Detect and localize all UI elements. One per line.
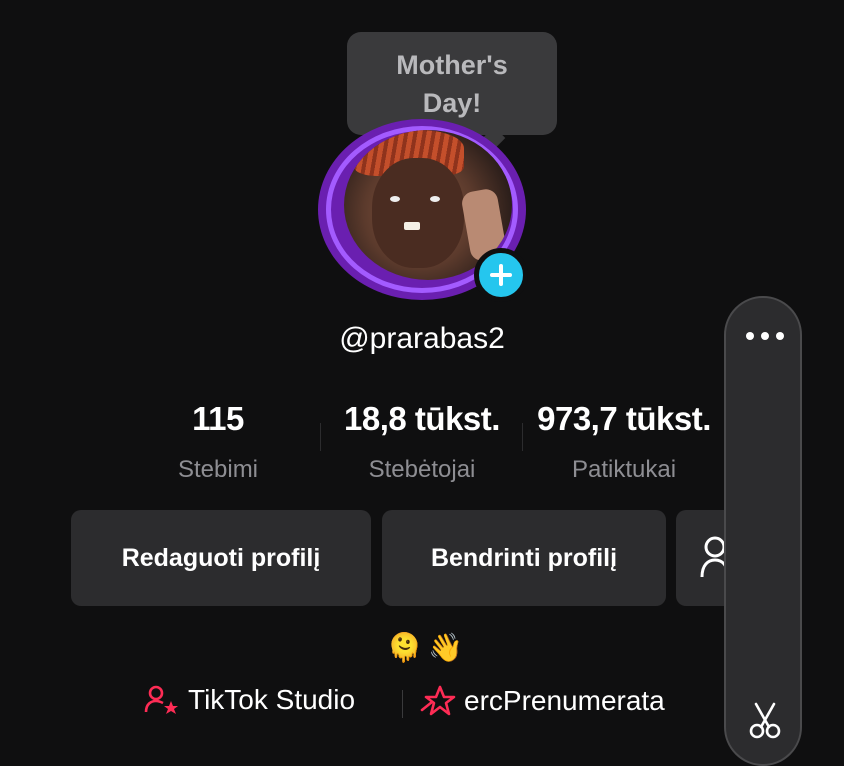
- floating-side-panel[interactable]: [724, 296, 802, 766]
- avatar-eye-left: [390, 196, 400, 202]
- stat-likes-value: 973,7 tūkst.: [537, 400, 711, 437]
- stat-divider: [522, 423, 523, 451]
- profile-links: TikTok Studio ercPrenumerata: [0, 684, 844, 724]
- stat-followers-label: Stebėtojai: [368, 456, 476, 483]
- mothers-day-tooltip[interactable]: Mother's Day!: [347, 32, 557, 135]
- avatar-teeth: [404, 222, 420, 230]
- bio-emoji: 🫠: [387, 631, 422, 663]
- stat-following[interactable]: 115 Stebimi: [118, 400, 318, 484]
- links-divider: [402, 690, 403, 718]
- subscription-label: ercPrenumerata: [464, 685, 665, 716]
- tiktok-studio-label: TikTok Studio: [188, 684, 356, 715]
- share-profile-button[interactable]: Bendrinti profilį: [382, 510, 666, 606]
- creator-star-icon: [144, 685, 178, 714]
- tooltip-line-1: Mother's: [396, 49, 508, 80]
- edit-profile-label: Redaguoti profilį: [121, 543, 321, 572]
- stat-divider: [320, 423, 321, 451]
- bio-emojis: 🫠 👋: [385, 627, 465, 667]
- scissors-icon[interactable]: [748, 700, 782, 740]
- edit-profile-button[interactable]: Redaguoti profilį: [71, 510, 371, 606]
- stat-followers[interactable]: 18,8 tūkst. Stebėtojai: [322, 400, 522, 484]
- username: @prarabas2: [339, 322, 505, 355]
- more-dots-icon[interactable]: [746, 332, 784, 340]
- stat-likes[interactable]: 973,7 tūkst. Patiktukai: [524, 400, 724, 484]
- stat-following-value: 115: [192, 400, 244, 437]
- stat-likes-label: Patiktukai: [571, 456, 677, 483]
- add-story-button[interactable]: [474, 248, 528, 302]
- subscription-link[interactable]: ercPrenumerata: [420, 684, 665, 718]
- bio-emoji: 👋: [428, 631, 463, 663]
- stat-following-label: Stebimi: [177, 456, 259, 483]
- tooltip-line-2: Day!: [422, 87, 482, 118]
- share-profile-label: Bendrinti profilį: [430, 543, 618, 572]
- tiktok-studio-link[interactable]: TikTok Studio: [144, 684, 355, 716]
- plus-icon: [490, 264, 512, 286]
- avatar-eye-right: [430, 196, 440, 202]
- subscription-star-icon: [420, 685, 456, 716]
- stat-followers-value: 18,8 tūkst.: [344, 400, 500, 437]
- avatar-face: [372, 158, 464, 268]
